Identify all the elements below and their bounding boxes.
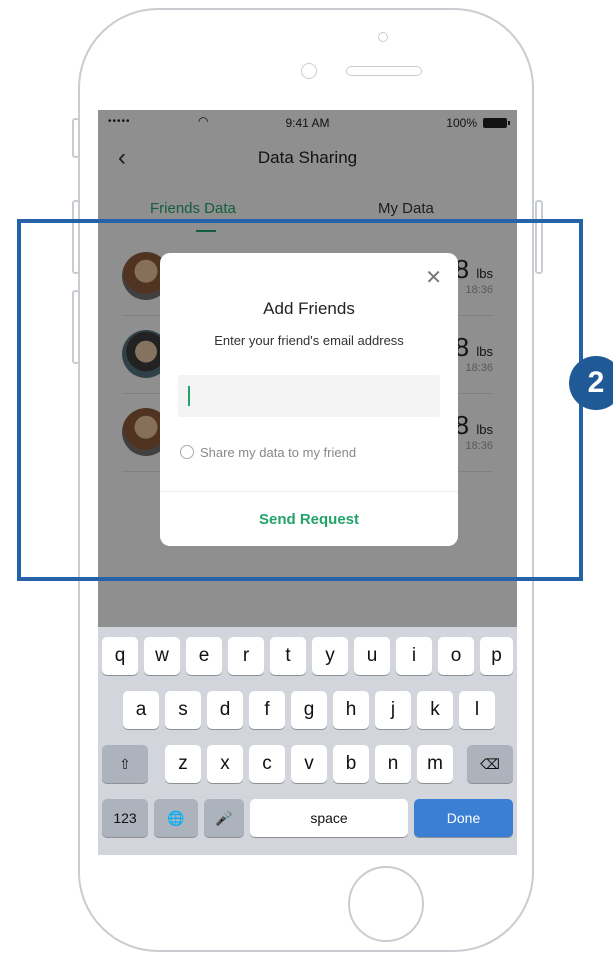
key-j[interactable]: j: [375, 691, 411, 729]
key-e[interactable]: e: [186, 637, 222, 675]
sensor-icon: [301, 63, 317, 79]
key-y[interactable]: y: [312, 637, 348, 675]
home-button[interactable]: [348, 866, 424, 942]
key-u[interactable]: u: [354, 637, 390, 675]
annotation-box: [17, 219, 583, 581]
key-b[interactable]: b: [333, 745, 369, 783]
key-n[interactable]: n: [375, 745, 411, 783]
key-m[interactable]: m: [417, 745, 453, 783]
key-d[interactable]: d: [207, 691, 243, 729]
silent-switch: [72, 118, 80, 158]
keyboard: q w e r t y u i o p a s d f g h j k l ⇧ …: [98, 627, 517, 855]
key-q[interactable]: q: [102, 637, 138, 675]
key-r[interactable]: r: [228, 637, 264, 675]
key-x[interactable]: x: [207, 745, 243, 783]
key-k[interactable]: k: [417, 691, 453, 729]
key-p[interactable]: p: [480, 637, 513, 675]
camera-icon: [378, 32, 388, 42]
shift-key[interactable]: ⇧: [102, 745, 148, 783]
backspace-key[interactable]: ⌫: [467, 745, 513, 783]
globe-icon[interactable]: 🌐: [154, 799, 198, 837]
numbers-key[interactable]: 123: [102, 799, 148, 837]
key-h[interactable]: h: [333, 691, 369, 729]
space-key[interactable]: space: [250, 799, 408, 837]
key-t[interactable]: t: [270, 637, 306, 675]
key-c[interactable]: c: [249, 745, 285, 783]
key-o[interactable]: o: [438, 637, 474, 675]
key-w[interactable]: w: [144, 637, 180, 675]
key-l[interactable]: l: [459, 691, 495, 729]
key-i[interactable]: i: [396, 637, 432, 675]
key-g[interactable]: g: [291, 691, 327, 729]
key-v[interactable]: v: [291, 745, 327, 783]
key-a[interactable]: a: [123, 691, 159, 729]
done-key[interactable]: Done: [414, 799, 513, 837]
speaker-grille: [346, 66, 422, 76]
key-f[interactable]: f: [249, 691, 285, 729]
key-s[interactable]: s: [165, 691, 201, 729]
key-z[interactable]: z: [165, 745, 201, 783]
microphone-icon[interactable]: 🎤: [204, 799, 244, 837]
